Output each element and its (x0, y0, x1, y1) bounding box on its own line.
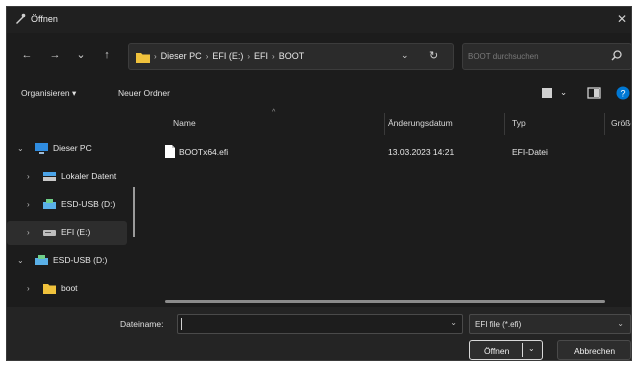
expand-chevron-icon[interactable]: › (27, 228, 30, 237)
refresh-icon[interactable]: ↻ (429, 49, 438, 62)
command-bar: Organisieren ▾ Neuer Ordner ⌄ ? (7, 83, 631, 107)
address-dropdown-icon[interactable]: ⌄ (401, 50, 409, 61)
sidebar-item-boot[interactable]: › boot (7, 277, 127, 301)
cancel-button-label: Abbrechen (574, 346, 616, 356)
sort-indicator-icon: ^ (272, 109, 276, 116)
sidebar-item-label: EFI (E:) (61, 227, 91, 237)
forward-icon[interactable]: → (47, 47, 63, 63)
drive-icon (43, 230, 56, 236)
column-header-size[interactable]: Größe (611, 118, 631, 128)
sidebar-item-label: Dieser PC (53, 143, 92, 153)
search-placeholder: BOOT durchsuchen (468, 52, 539, 61)
app-icon (16, 13, 26, 24)
breadcrumb-separator: › (154, 51, 157, 61)
sidebar-item-label: boot (61, 283, 78, 293)
close-icon[interactable]: ✕ (617, 12, 627, 26)
breadcrumb-efi[interactable]: EFI (254, 51, 268, 61)
collapse-chevron-icon[interactable]: ⌄ (17, 256, 24, 265)
open-options-dropdown-icon[interactable]: ⌄ (528, 344, 535, 353)
svg-text:?: ? (620, 89, 625, 99)
horizontal-scrollbar[interactable] (165, 300, 605, 303)
preview-pane-icon[interactable] (587, 86, 601, 100)
sidebar-item-esd-usb[interactable]: › ESD-USB (D:) (7, 193, 127, 217)
sidebar-item-local-disk[interactable]: › Lokaler Datent (7, 165, 127, 189)
file-name: BOOTx64.efi (179, 147, 229, 157)
usb-drive-icon (35, 255, 48, 265)
sidebar-item-efi[interactable]: › EFI (E:) (7, 221, 127, 245)
breadcrumb-separator: › (205, 51, 209, 61)
column-header-name[interactable]: Name (173, 118, 196, 128)
help-icon[interactable]: ? (616, 86, 630, 100)
recent-locations-icon[interactable]: ⌄ (73, 47, 89, 63)
column-header-date[interactable]: Änderungsdatum (388, 118, 453, 128)
file-icon (165, 145, 175, 158)
column-divider[interactable] (384, 113, 385, 135)
file-row[interactable]: BOOTx64.efi 13.03.2023 14:21 EFI-Datei (147, 141, 617, 163)
cancel-button[interactable]: Abbrechen (557, 340, 631, 360)
dialog-footer: Dateiname: ⌄ EFI file (*.efi) ⌄ Öffnen ⌄… (7, 307, 631, 360)
filename-input[interactable]: ⌄ (177, 314, 463, 334)
breadcrumb: › Dieser PC › EFI (E:) › EFI › BOOT (154, 51, 304, 61)
text-caret (181, 318, 182, 330)
search-icon (611, 50, 622, 61)
sidebar-item-label: ESD-USB (D:) (53, 255, 108, 265)
column-divider[interactable] (604, 113, 605, 135)
breadcrumb-efi-drive[interactable]: EFI (E:) (212, 51, 243, 61)
breadcrumb-boot[interactable]: BOOT (279, 51, 305, 61)
window-title: Öffnen (31, 14, 58, 24)
open-button-label: Öffnen (484, 346, 510, 356)
sidebar-scrollbar[interactable] (133, 187, 135, 237)
sidebar-item-esd-usb-root[interactable]: ⌄ ESD-USB (D:) (7, 249, 127, 273)
breadcrumb-separator: › (247, 51, 251, 61)
open-button[interactable]: Öffnen ⌄ (469, 340, 543, 360)
filter-dropdown-icon[interactable]: ⌄ (617, 319, 624, 328)
expand-chevron-icon[interactable]: › (27, 172, 30, 181)
sidebar-item-label: ESD-USB (D:) (61, 199, 116, 209)
file-type: EFI-Datei (512, 147, 548, 157)
new-folder-button[interactable]: Neuer Ordner (118, 88, 170, 98)
split-divider (522, 343, 523, 357)
organize-button[interactable]: Organisieren ▾ (21, 88, 76, 99)
up-icon[interactable]: ↑ (99, 47, 115, 63)
breadcrumb-dieser-pc[interactable]: Dieser PC (161, 51, 202, 61)
file-type-filter[interactable]: EFI file (*.efi) ⌄ (469, 314, 631, 334)
sidebar-item-dieser-pc[interactable]: ⌄ Dieser PC (7, 137, 127, 161)
collapse-chevron-icon[interactable]: ⌄ (17, 144, 24, 153)
sidebar-item-label: Lokaler Datent (61, 171, 117, 181)
file-type-filter-value: EFI file (*.efi) (475, 320, 522, 329)
expand-chevron-icon[interactable]: › (27, 200, 30, 209)
back-icon[interactable]: ← (19, 47, 35, 63)
open-file-dialog: Öffnen ✕ ← → ⌄ ↑ › Dieser PC › EFI (E:) … (6, 6, 632, 361)
usb-drive-icon (43, 199, 56, 209)
monitor-icon (35, 143, 48, 154)
file-list: ^ Name Änderungsdatum Typ Größe BOOTx64.… (147, 107, 631, 307)
column-header-type[interactable]: Typ (512, 118, 526, 128)
navigation-bar: ← → ⌄ ↑ › Dieser PC › EFI (E:) › EFI › B… (7, 41, 631, 71)
filename-label: Dateiname: (120, 319, 164, 329)
drive-icon (43, 172, 56, 181)
column-divider[interactable] (504, 113, 505, 135)
filename-dropdown-icon[interactable]: ⌄ (450, 318, 457, 327)
view-options-dropdown-icon[interactable]: ⌄ (560, 87, 567, 98)
address-bar[interactable]: › Dieser PC › EFI (E:) › EFI › BOOT ⌄ ↻ (128, 43, 454, 70)
folder-icon (136, 53, 150, 63)
navigation-pane: ⌄ Dieser PC › Lokaler Datent › ESD-USB (… (7, 117, 132, 307)
expand-chevron-icon[interactable]: › (27, 284, 30, 293)
breadcrumb-separator: › (272, 51, 275, 61)
file-date: 13.03.2023 14:21 (388, 147, 455, 157)
view-options-icon[interactable] (541, 86, 555, 100)
folder-icon (43, 284, 56, 294)
title-bar: Öffnen ✕ (7, 7, 631, 33)
search-box[interactable]: BOOT durchsuchen (462, 43, 631, 70)
